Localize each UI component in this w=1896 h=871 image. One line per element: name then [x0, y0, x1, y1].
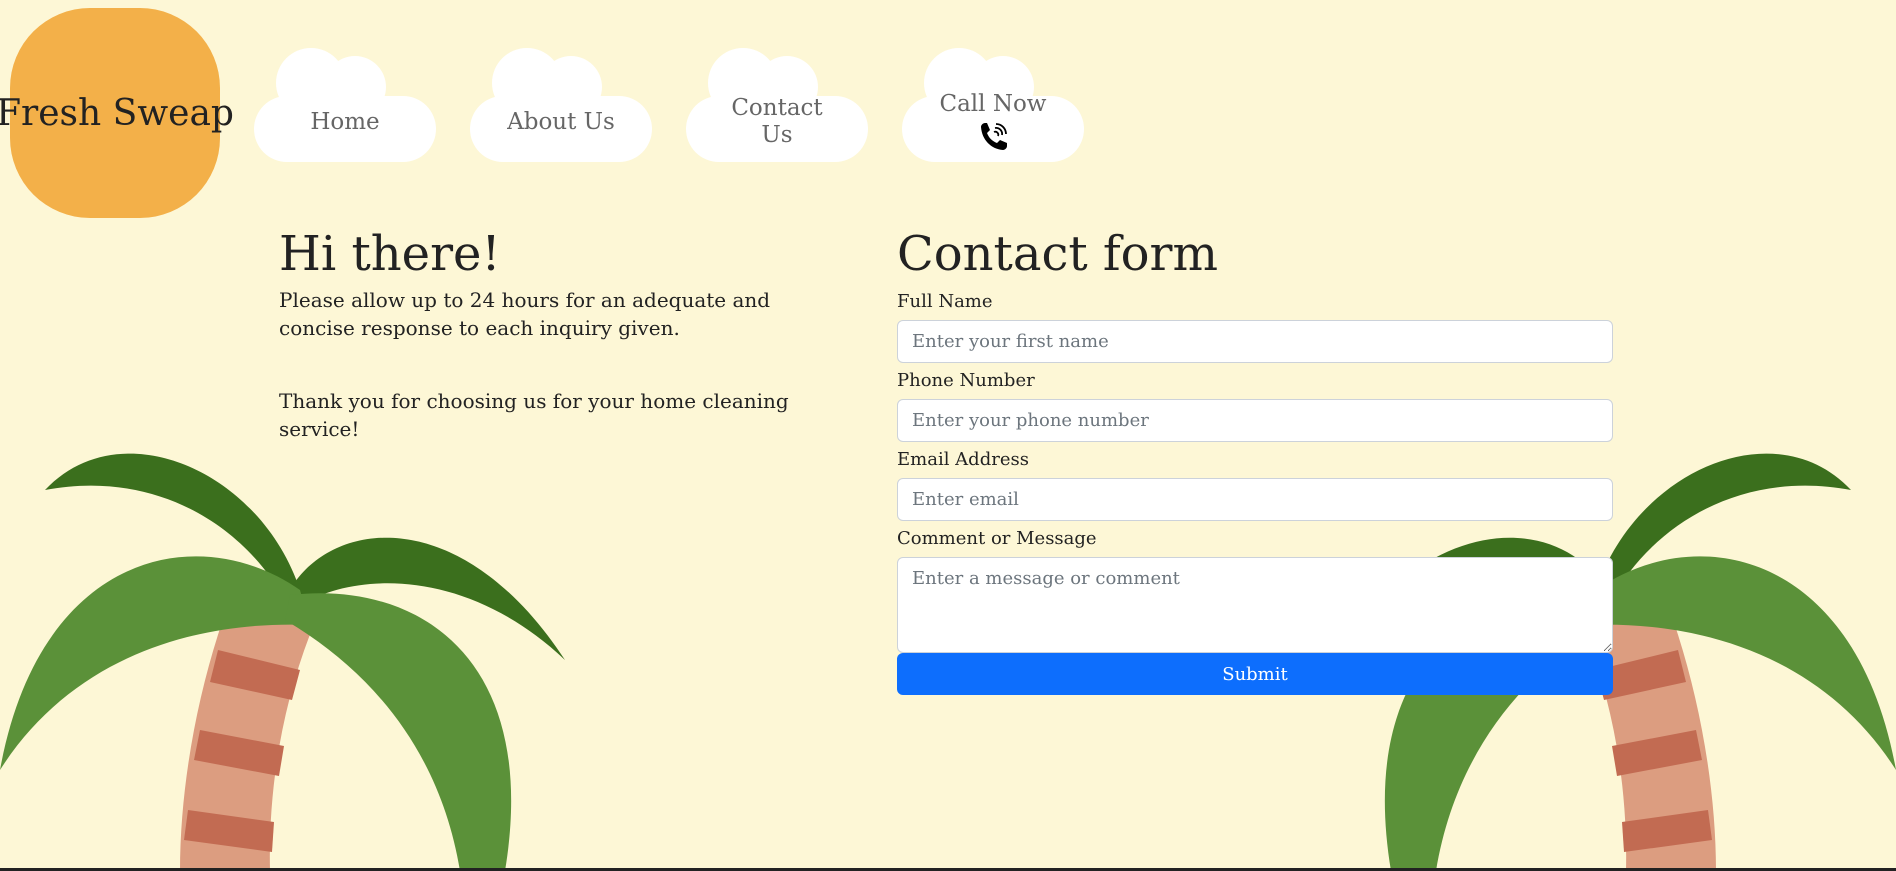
- nav-home-link[interactable]: Home: [254, 48, 436, 162]
- brand-name: Fresh Sweap: [0, 92, 234, 134]
- message-textarea[interactable]: [897, 557, 1613, 653]
- contact-form: Contact form Full Name Phone Number Emai…: [897, 222, 1613, 695]
- intro-paragraph-thanks: Thank you for choosing us for your home …: [279, 389, 789, 441]
- submit-button[interactable]: Submit: [897, 653, 1613, 695]
- intro-title: Hi there!: [279, 226, 501, 282]
- nav-call-now-link[interactable]: Call Now: [902, 48, 1084, 162]
- email-label: Email Address: [897, 449, 1029, 470]
- nav-about-link[interactable]: About Us: [470, 48, 652, 162]
- phone-icon: [981, 122, 1007, 150]
- palm-tree-left-illustration: [0, 453, 565, 871]
- message-label: Comment or Message: [897, 528, 1097, 549]
- email-input[interactable]: [897, 478, 1613, 521]
- form-title: Contact form: [897, 226, 1218, 282]
- nav-contact-link[interactable]: Contact Us: [686, 48, 868, 162]
- intro-section: Hi there! Please allow up to 24 hours fo…: [279, 222, 839, 443]
- intro-paragraph-hours: Please allow up to 24 hours for an adequ…: [279, 288, 771, 340]
- full-name-input[interactable]: [897, 320, 1613, 363]
- nav-contact-label-line1: Contact: [731, 95, 823, 121]
- nav-about-label: About Us: [507, 108, 615, 135]
- brand-logo[interactable]: Fresh Sweap: [0, 8, 234, 218]
- phone-input[interactable]: [897, 399, 1613, 442]
- nav-home-label: Home: [310, 108, 380, 135]
- nav-contact-label-line2: Us: [761, 122, 793, 148]
- phone-label: Phone Number: [897, 370, 1035, 391]
- nav-call-label: Call Now: [939, 90, 1047, 117]
- full-name-label: Full Name: [897, 291, 993, 312]
